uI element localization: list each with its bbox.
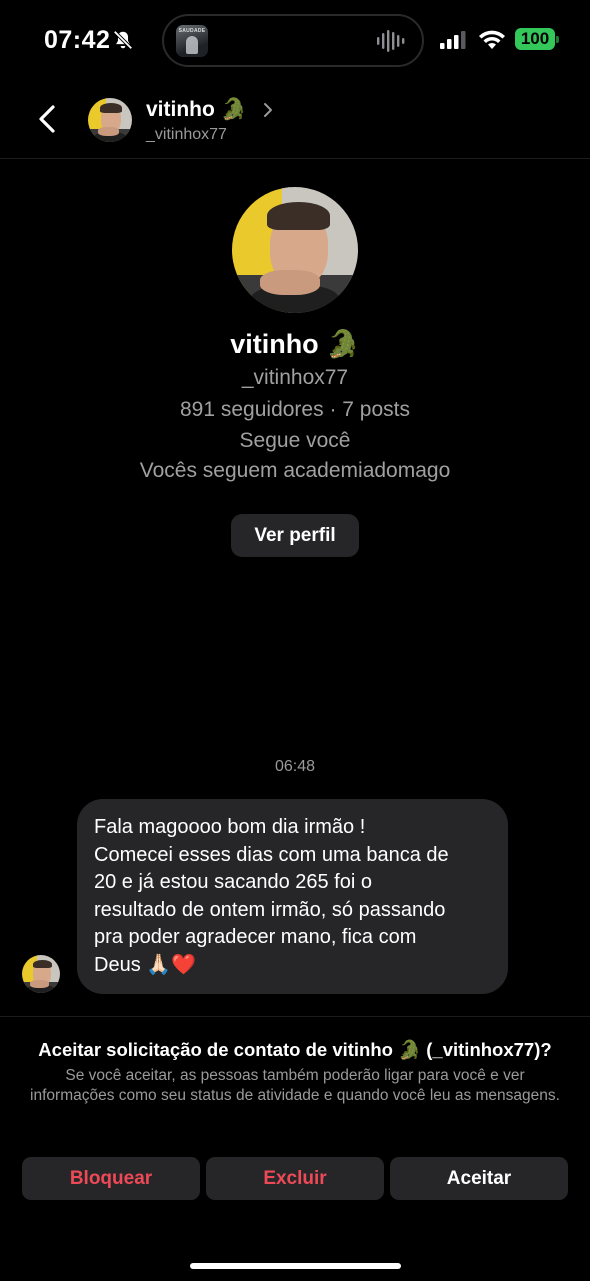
dynamic-island[interactable]: SAUDADE xyxy=(162,14,424,67)
profile-mutual-follow: Vocês seguem academiadomago xyxy=(139,459,451,482)
request-description: Se você aceitar, as pessoas também poder… xyxy=(30,1067,560,1104)
view-profile-button[interactable]: Ver perfil xyxy=(231,514,359,557)
album-art: SAUDADE xyxy=(176,25,208,57)
battery-indicator: 100 xyxy=(515,28,559,50)
profile-name: vitinho 🐊 xyxy=(230,329,360,359)
message-line: Deus 🙏🏻❤️ xyxy=(94,953,197,976)
bell-off-icon xyxy=(113,30,133,50)
signal-icon xyxy=(440,31,466,49)
avatar[interactable] xyxy=(88,98,132,142)
delete-button[interactable]: Excluir xyxy=(206,1157,384,1200)
profile-username: _vitinhox77 xyxy=(241,366,349,389)
home-indicator[interactable] xyxy=(190,1263,401,1269)
message-line: Comecei esses dias com uma banca de xyxy=(94,843,449,866)
status-time: 07:42 xyxy=(44,26,111,54)
message-timestamp: 06:48 xyxy=(274,758,316,775)
message-line: Fala magoooo bom dia irmão ! xyxy=(94,816,366,838)
chevron-right-icon[interactable] xyxy=(262,102,274,118)
profile-stats: 891 seguidores · 7 posts xyxy=(180,398,410,421)
contact-name[interactable]: vitinho 🐊 xyxy=(146,98,247,122)
wifi-icon xyxy=(479,30,505,49)
album-art-text: SAUDADE xyxy=(178,28,206,34)
profile-avatar[interactable] xyxy=(232,187,358,313)
message-line: resultado de ontem irmão, só passando xyxy=(94,898,446,921)
message-request-panel: Aceitar solicitação de contato de vitinh… xyxy=(0,1016,590,1281)
profile-follows-you: Segue você xyxy=(239,429,351,452)
message-bubble[interactable]: Fala magoooo bom dia irmão ! Comecei ess… xyxy=(77,799,508,994)
back-icon[interactable] xyxy=(32,102,66,136)
status-bar: 07:42 SAUDADE 100 xyxy=(0,0,590,80)
request-title: Aceitar solicitação de contato de vitinh… xyxy=(38,1039,552,1060)
chat-header: vitinho 🐊 _vitinhox77 xyxy=(0,80,590,159)
message-line: pra poder agradecer mano, fica com xyxy=(94,926,417,949)
message-line: 20 e já estou sacando 265 foi o xyxy=(94,871,372,894)
sender-avatar[interactable] xyxy=(22,955,60,993)
contact-username: _vitinhox77 xyxy=(146,126,227,143)
waveform-icon xyxy=(377,30,405,52)
block-button[interactable]: Bloquear xyxy=(22,1157,200,1200)
accept-button[interactable]: Aceitar xyxy=(390,1157,568,1200)
